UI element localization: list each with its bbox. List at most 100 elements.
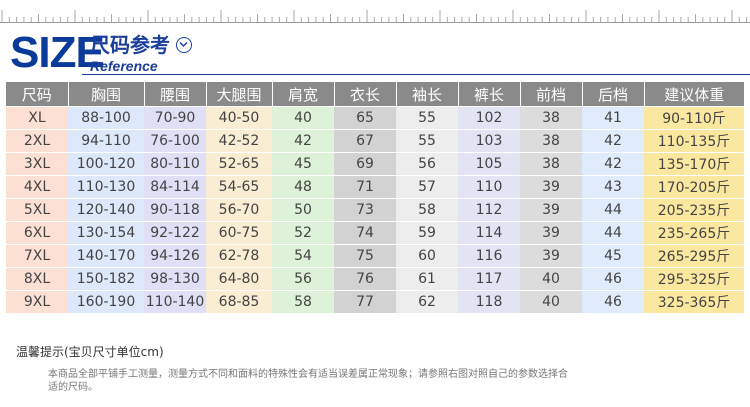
table-cell: 55 (396, 106, 458, 130)
table-cell: 103 (458, 129, 520, 153)
table-cell: 73 (334, 198, 396, 222)
table-cell: 8XL (6, 267, 68, 291)
table-cell: 62 (396, 290, 458, 314)
column-header: 肩宽 (272, 82, 335, 107)
table-cell: 58 (396, 198, 458, 222)
table-cell: 235-265斤 (644, 221, 744, 245)
table-cell: 52-65 (206, 152, 272, 176)
table-cell: 62-78 (206, 244, 272, 268)
table-cell: 94-126 (144, 244, 206, 268)
table-row: 9XL 160-190 110-140 68-85 58 77 62 118 40 46 325-3… (6, 290, 744, 314)
table-cell: 58 (272, 290, 334, 314)
table-cell: 5XL (6, 198, 68, 222)
table-cell: 112 (458, 198, 520, 222)
table-cell: 2XL (6, 129, 68, 153)
table-cell: 110 (458, 175, 520, 199)
table-cell: 40-50 (206, 106, 272, 130)
table-cell: 56 (396, 152, 458, 176)
table-cell: 40 (272, 106, 334, 130)
table-cell: 94-110 (68, 129, 144, 153)
table-cell: 42 (582, 129, 644, 153)
table-cell: 64-80 (206, 267, 272, 291)
table-row: 6XL 130-154 92-122 60-75 52 74 59 114 39 44 235-26… (6, 221, 744, 245)
table-cell: 38 (520, 129, 582, 153)
notes-section: 温馨提示(宝贝尺寸单位cm) 本商品全部平铺手工测量，测量方式不同和面料的特殊性… (16, 344, 736, 394)
table-cell: 90-118 (144, 198, 206, 222)
column-header: 衣长 (334, 82, 397, 107)
table-cell: 57 (396, 175, 458, 199)
table-cell: 77 (334, 290, 396, 314)
table-cell: 118 (458, 290, 520, 314)
size-chart-table: 尺码 胸围 腰围 大腿围 肩宽 衣长 袖长 裤长 前档 后档 建议体重 XL 88-100 70-90 4… (6, 82, 744, 314)
table-cell: 52 (272, 221, 334, 245)
table-cell: 295-325斤 (644, 267, 744, 291)
table-header-row: 尺码 胸围 腰围 大腿围 肩宽 衣长 袖长 裤长 前档 后档 建议体重 (6, 82, 744, 107)
table-cell: 65 (334, 106, 396, 130)
table-cell: 92-122 (144, 221, 206, 245)
table-cell: 116 (458, 244, 520, 268)
table-cell: 9XL (6, 290, 68, 314)
table-cell: 105 (458, 152, 520, 176)
table-cell: XL (6, 106, 68, 130)
table-row: 3XL 100-120 80-110 52-65 45 69 56 105 38 42 135-17… (6, 152, 744, 176)
column-header: 袖长 (396, 82, 459, 107)
table-cell: 50 (272, 198, 334, 222)
column-header: 后档 (582, 82, 645, 107)
table-cell: 39 (520, 221, 582, 245)
table-row: 5XL 120-140 90-118 56-70 50 73 58 112 39 44 205-23… (6, 198, 744, 222)
table-cell: 60-75 (206, 221, 272, 245)
table-cell: 135-170斤 (644, 152, 744, 176)
table-cell: 56 (272, 267, 334, 291)
table-cell: 39 (520, 198, 582, 222)
table-cell: 69 (334, 152, 396, 176)
table-cell: 43 (582, 175, 644, 199)
table-cell: 84-114 (144, 175, 206, 199)
notes-title: 温馨提示(宝贝尺寸单位cm) (16, 345, 164, 359)
table-cell: 90-110斤 (644, 106, 744, 130)
table-cell: 74 (334, 221, 396, 245)
table-row: XL 88-100 70-90 40-50 40 65 55 102 38 41 90-110斤 (6, 106, 744, 130)
table-cell: 88-100 (68, 106, 144, 130)
table-cell: 39 (520, 244, 582, 268)
table-row: 4XL 110-130 84-114 54-65 48 71 57 110 39 43 170-20… (6, 175, 744, 199)
notes-body: 本商品全部平铺手工测量，测量方式不同和面料的特殊性会有适当误差属正常现象；请参照… (48, 369, 568, 393)
table-cell: 59 (396, 221, 458, 245)
table-cell: 205-235斤 (644, 198, 744, 222)
table-cell: 42 (582, 152, 644, 176)
table-cell: 41 (582, 106, 644, 130)
table-cell: 7XL (6, 244, 68, 268)
header-divider (82, 74, 750, 75)
table-cell: 40 (520, 290, 582, 314)
table-cell: 117 (458, 267, 520, 291)
table-cell: 40 (520, 267, 582, 291)
table-cell: 102 (458, 106, 520, 130)
table-cell: 38 (520, 106, 582, 130)
table-cell: 68-85 (206, 290, 272, 314)
table-cell: 42-52 (206, 129, 272, 153)
ruler-strip (0, 10, 750, 23)
table-cell: 3XL (6, 152, 68, 176)
size-reference-title: 尺码参考 (90, 33, 170, 57)
table-cell: 44 (582, 221, 644, 245)
column-header: 前档 (520, 82, 583, 107)
table-cell: 98-130 (144, 267, 206, 291)
table-cell: 39 (520, 175, 582, 199)
table-cell: 150-182 (68, 267, 144, 291)
table-cell: 70-90 (144, 106, 206, 130)
column-header: 大腿围 (206, 82, 273, 107)
table-cell: 56-70 (206, 198, 272, 222)
table-cell: 75 (334, 244, 396, 268)
table-cell: 48 (272, 175, 334, 199)
table-row: 7XL 140-170 94-126 62-78 54 75 60 116 39 45 265-29… (6, 244, 744, 268)
table-cell: 55 (396, 129, 458, 153)
table-cell: 80-110 (144, 152, 206, 176)
table-cell: 100-120 (68, 152, 144, 176)
table-cell: 76 (334, 267, 396, 291)
column-header: 腰围 (144, 82, 207, 107)
table-cell: 60 (396, 244, 458, 268)
table-cell: 67 (334, 129, 396, 153)
table-cell: 46 (582, 290, 644, 314)
table-body: XL 88-100 70-90 40-50 40 65 55 102 38 41 90-110斤 2X… (6, 106, 744, 314)
reference-subtitle: Reference (90, 58, 158, 74)
table-cell: 45 (272, 152, 334, 176)
